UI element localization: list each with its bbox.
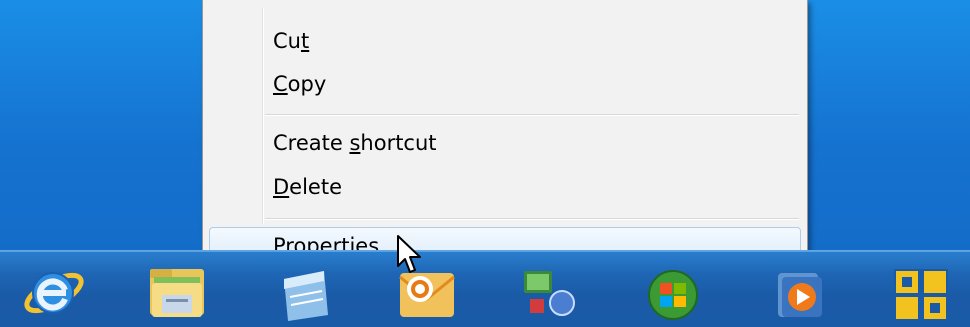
taskbar — [0, 250, 970, 327]
menu-item-cut[interactable]: Cut — [203, 22, 807, 62]
mouse-cursor-icon — [397, 235, 421, 273]
internet-explorer-icon[interactable] — [20, 259, 86, 325]
context-menu: Cut Copy Create shortcut Delete Properti… — [202, 0, 808, 273]
media-player-icon[interactable] — [766, 259, 832, 325]
menu-item-label: Delete — [273, 175, 342, 199]
menu-item-create-shortcut[interactable]: Create shortcut — [203, 124, 807, 164]
menu-item-label: Create shortcut — [273, 131, 437, 155]
network-icon[interactable] — [516, 259, 582, 325]
notepad-icon[interactable] — [270, 259, 336, 325]
vmware-icon[interactable] — [888, 259, 954, 325]
windows-media-center-icon[interactable] — [640, 259, 706, 325]
file-explorer-icon[interactable] — [144, 259, 210, 325]
menu-item-label: Copy — [273, 72, 327, 96]
menu-item-label: Cut — [273, 29, 310, 53]
menu-separator — [265, 218, 799, 220]
menu-item-copy[interactable]: Copy — [203, 65, 807, 105]
menu-item-delete[interactable]: Delete — [203, 168, 807, 208]
menu-separator — [265, 114, 799, 116]
